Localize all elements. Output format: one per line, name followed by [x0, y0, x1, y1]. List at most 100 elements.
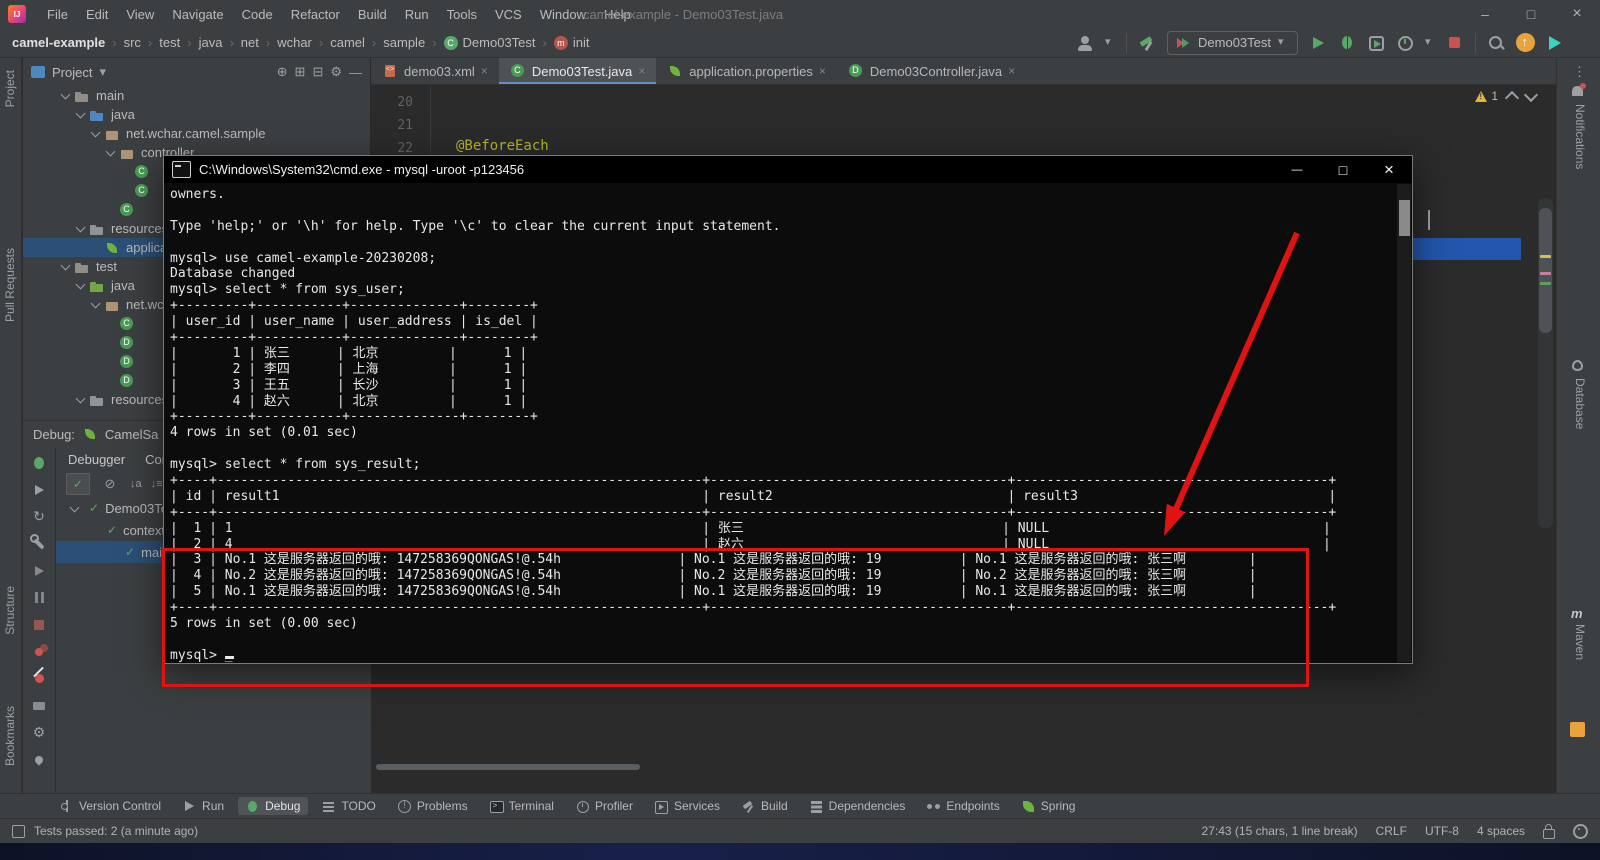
caret-position[interactable]: 27:43 (15 chars, 1 line break)	[1202, 824, 1358, 838]
minimize-icon[interactable]	[1462, 0, 1508, 28]
code-annotation[interactable]: @BeforeEach	[456, 138, 549, 154]
menu-item[interactable]: File	[38, 7, 77, 22]
chevron-icon[interactable]	[89, 126, 104, 141]
cmd-scrollbar[interactable]	[1397, 184, 1411, 662]
debug-tool-icon[interactable]	[25, 638, 53, 665]
collapse-all-icon[interactable]: ⊟	[312, 64, 323, 80]
editor-scrollbar-thumb[interactable]	[1539, 208, 1552, 333]
cmd-title-bar[interactable]: C:\Windows\System32\cmd.exe - mysql -uro…	[164, 156, 1412, 183]
debug-tool-icon[interactable]	[25, 557, 53, 584]
chevron-icon[interactable]	[74, 278, 89, 293]
cmd-maximize-icon[interactable]	[1320, 156, 1366, 183]
lock-icon[interactable]	[1543, 829, 1555, 839]
terminal-output[interactable]: owners.Type 'help;' or '\h' for help. Ty…	[164, 183, 1412, 664]
tab-close-icon[interactable]	[481, 64, 488, 78]
cmd-window[interactable]: C:\Windows\System32\cmd.exe - mysql -uro…	[163, 155, 1413, 664]
chevron-icon[interactable]	[68, 501, 83, 516]
indent-style[interactable]: 4 spaces	[1477, 824, 1525, 838]
tab-close-icon[interactable]	[638, 64, 645, 78]
tool-window-button[interactable]: Version Control	[52, 797, 169, 815]
sort-alphabetically-icon[interactable]: ↓a	[130, 478, 142, 490]
editor-tab[interactable]: application.properties	[656, 58, 837, 84]
chevron-icon[interactable]	[104, 373, 119, 388]
debug-tool-icon[interactable]	[25, 611, 53, 638]
horizontal-scrollbar[interactable]	[376, 764, 640, 770]
stripe-maven[interactable]: Maven	[1573, 624, 1587, 660]
tool-window-button[interactable]: Endpoints	[919, 797, 1007, 815]
tool-window-button[interactable]: Debug	[238, 797, 308, 815]
show-passed-toggle[interactable]	[66, 473, 90, 495]
status-window-icon[interactable]	[12, 825, 25, 838]
breadcrumb-item[interactable]: net	[222, 35, 258, 50]
chevron-icon[interactable]	[119, 164, 134, 179]
chevron-icon[interactable]	[119, 183, 134, 198]
sort-by-duration-icon[interactable]: ↓≡	[151, 478, 163, 490]
next-warning-icon[interactable]	[1524, 87, 1538, 101]
tool-window-button[interactable]: Problems	[390, 797, 476, 815]
chevron-icon[interactable]	[104, 335, 119, 350]
breadcrumb-item[interactable]: test	[141, 35, 180, 50]
file-encoding[interactable]: UTF-8	[1425, 824, 1459, 838]
breadcrumb-item[interactable]: Demo03Test	[425, 35, 535, 50]
debug-button[interactable]	[1338, 34, 1356, 52]
learn-ide-icon[interactable]	[1546, 34, 1564, 52]
debug-config-label[interactable]: CamelSa	[105, 427, 158, 442]
inspections-widget[interactable]: 1	[1475, 89, 1536, 103]
menu-item[interactable]: VCS	[486, 7, 531, 22]
tool-window-button[interactable]: Dependencies	[802, 797, 914, 815]
editor-tab[interactable]: Demo03Test.java	[499, 58, 656, 84]
cmd-minimize-icon[interactable]	[1274, 156, 1320, 183]
tree-item[interactable]: net.wchar.camel.sample	[23, 124, 370, 143]
project-panel-title[interactable]: Project	[52, 65, 92, 80]
expand-all-icon[interactable]: ⊞	[295, 64, 306, 80]
debug-tool-icon[interactable]	[25, 476, 53, 503]
chevron-icon[interactable]	[104, 316, 119, 331]
chevron-icon[interactable]	[74, 392, 89, 407]
chevron-icon[interactable]	[89, 240, 104, 255]
editor-tab[interactable]: Demo03Controller.java	[837, 58, 1026, 84]
close-icon[interactable]	[1554, 0, 1600, 28]
debug-tool-icon[interactable]	[25, 449, 53, 476]
menu-item[interactable]: View	[117, 7, 163, 22]
run-configuration-select[interactable]: Demo03Test	[1167, 31, 1298, 55]
chevron-icon[interactable]	[59, 259, 74, 274]
chevron-icon[interactable]	[74, 221, 89, 236]
cmd-scrollbar-thumb[interactable]	[1399, 200, 1410, 236]
chevron-icon[interactable]	[59, 88, 74, 103]
stripe-project[interactable]: Project	[3, 70, 17, 107]
gear-icon[interactable]: ⚙	[330, 64, 342, 80]
build-hammer-icon[interactable]	[1138, 34, 1156, 52]
chevron-icon[interactable]	[86, 523, 101, 538]
tree-item[interactable]: java	[23, 105, 370, 124]
line-ending[interactable]: CRLF	[1376, 824, 1407, 838]
tab-close-icon[interactable]	[819, 64, 826, 78]
user-profile-icon[interactable]	[1076, 34, 1094, 52]
menu-item[interactable]: Code	[233, 7, 282, 22]
chevron-icon[interactable]	[104, 202, 119, 217]
tests-status[interactable]: Tests passed: 2 (a minute ago)	[34, 824, 198, 838]
chevron-icon[interactable]	[104, 545, 119, 560]
debug-tool-icon[interactable]	[25, 746, 53, 773]
menu-item[interactable]: Build	[349, 7, 396, 22]
stripe-bookmarks[interactable]: Bookmarks	[3, 706, 17, 766]
tool-window-button[interactable]: Terminal	[482, 797, 562, 815]
bookmark-tool-icon[interactable]	[1570, 722, 1585, 737]
tool-window-button[interactable]: Build	[734, 797, 796, 815]
run-button[interactable]	[1309, 34, 1327, 52]
menu-item[interactable]: Run	[396, 7, 438, 22]
breadcrumb-item[interactable]: init	[536, 35, 590, 50]
more-options-icon[interactable]: ⋮	[1573, 64, 1586, 80]
stripe-database[interactable]: Database	[1573, 378, 1587, 429]
chevron-icon[interactable]	[74, 107, 89, 122]
maximize-icon[interactable]	[1508, 0, 1554, 28]
notifications-bell-icon[interactable]	[1572, 86, 1583, 96]
debug-tab[interactable]: Debugger	[68, 452, 125, 467]
menu-item[interactable]: Edit	[77, 7, 117, 22]
chevron-icon[interactable]	[104, 354, 119, 369]
profiler-icon[interactable]	[1396, 34, 1414, 52]
chevron-down-icon[interactable]	[1105, 34, 1115, 52]
hide-panel-icon[interactable]: —	[349, 65, 362, 80]
menu-item[interactable]: Refactor	[282, 7, 349, 22]
breadcrumb-item[interactable]: src	[105, 35, 141, 50]
stripe-pull-requests[interactable]: Pull Requests	[3, 248, 17, 322]
